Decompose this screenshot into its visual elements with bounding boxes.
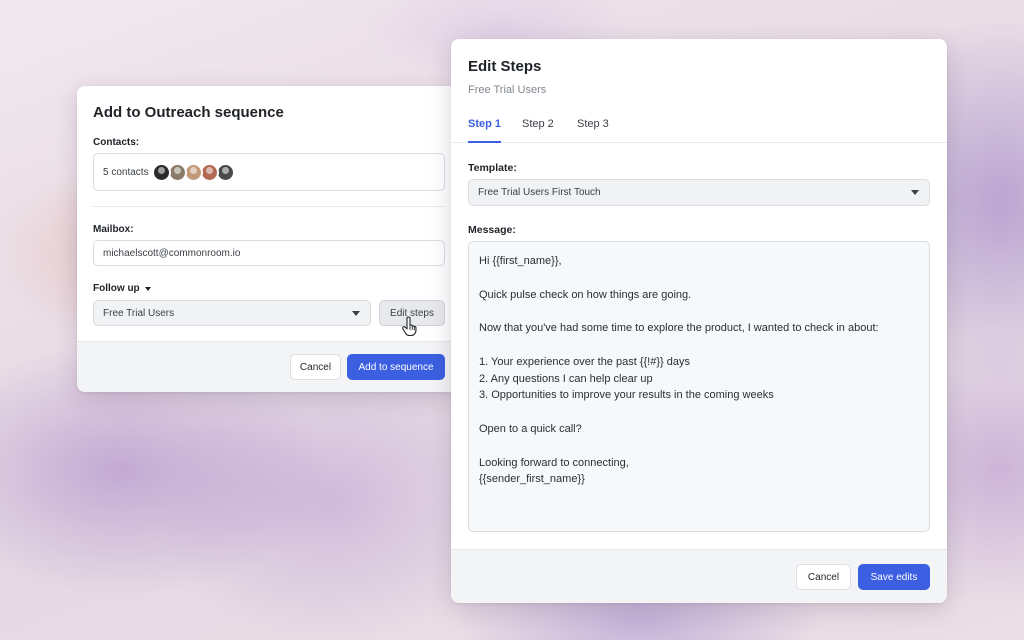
contacts-label: Contacts:: [93, 137, 140, 148]
message-line: [479, 438, 919, 455]
message-line: [479, 303, 919, 320]
message-textarea[interactable]: Hi {{first_name}}, Quick pulse check on h…: [468, 241, 930, 532]
message-line: 3. Opportunities to improve your results…: [479, 389, 774, 402]
sequence-select[interactable]: Free Trial Users: [93, 300, 371, 326]
message-label: Message:: [468, 224, 516, 236]
message-line: [479, 404, 919, 421]
chevron-down-icon: [911, 190, 919, 195]
template-value: Free Trial Users First Touch: [478, 187, 601, 198]
dialog-title: Edit Steps: [468, 58, 542, 75]
chevron-down-icon: [352, 311, 360, 316]
step-tabs: Step 1 Step 2 Step 3: [451, 115, 947, 143]
mailbox-label: Mailbox:: [93, 224, 134, 235]
divider: [93, 206, 445, 207]
mailbox-field[interactable]: michaelscott@commonroom.io: [93, 240, 445, 266]
message-line: Now that you've had some time to explore…: [479, 322, 879, 335]
template-select[interactable]: Free Trial Users First Touch: [468, 179, 930, 206]
message-line: [479, 337, 919, 354]
tab-step-1[interactable]: Step 1: [468, 118, 502, 143]
save-edits-button[interactable]: Save edits: [858, 564, 930, 590]
contacts-field[interactable]: 5 contacts: [93, 153, 445, 191]
contacts-count: 5 contacts: [103, 166, 149, 178]
tab-step-3[interactable]: Step 3: [577, 118, 609, 143]
message-line: 1. Your experience over the past {{!#}} …: [479, 355, 690, 368]
message-line: Quick pulse check on how things are goin…: [479, 288, 692, 301]
message-line: Looking forward to connecting,: [479, 456, 629, 469]
sequence-value: Free Trial Users: [103, 307, 175, 319]
dialog-footer: Cancel Save edits: [451, 549, 947, 603]
tab-step-2[interactable]: Step 2: [522, 118, 554, 143]
dialog-footer: Cancel Add to sequence: [77, 341, 463, 392]
follow-up-dropdown[interactable]: Follow up: [93, 283, 151, 294]
add-to-outreach-dialog: Add to Outreach sequence Contacts: 5 con…: [77, 86, 463, 392]
hand-pointer-icon: [402, 316, 417, 337]
edit-steps-dialog: Edit Steps Free Trial Users Step 1 Step …: [451, 39, 947, 603]
mailbox-value: michaelscott@commonroom.io: [103, 247, 241, 259]
avatar: [151, 162, 171, 182]
follow-up-label: Follow up: [93, 283, 140, 294]
message-line: 2. Any questions I can help clear up: [479, 372, 653, 385]
contact-avatars: [151, 162, 235, 182]
message-line: Hi {{first_name}},: [479, 255, 562, 267]
cancel-button[interactable]: Cancel: [796, 564, 851, 590]
template-label: Template:: [468, 162, 517, 174]
cancel-button[interactable]: Cancel: [290, 354, 341, 380]
dialog-title: Add to Outreach sequence: [93, 104, 284, 121]
add-to-sequence-button[interactable]: Add to sequence: [347, 354, 445, 380]
message-line: {{sender_first_name}}: [479, 473, 585, 486]
message-line: Open to a quick call?: [479, 422, 582, 435]
dialog-subtitle: Free Trial Users: [468, 84, 547, 96]
caret-down-icon: [144, 286, 151, 291]
message-line: [479, 270, 919, 287]
